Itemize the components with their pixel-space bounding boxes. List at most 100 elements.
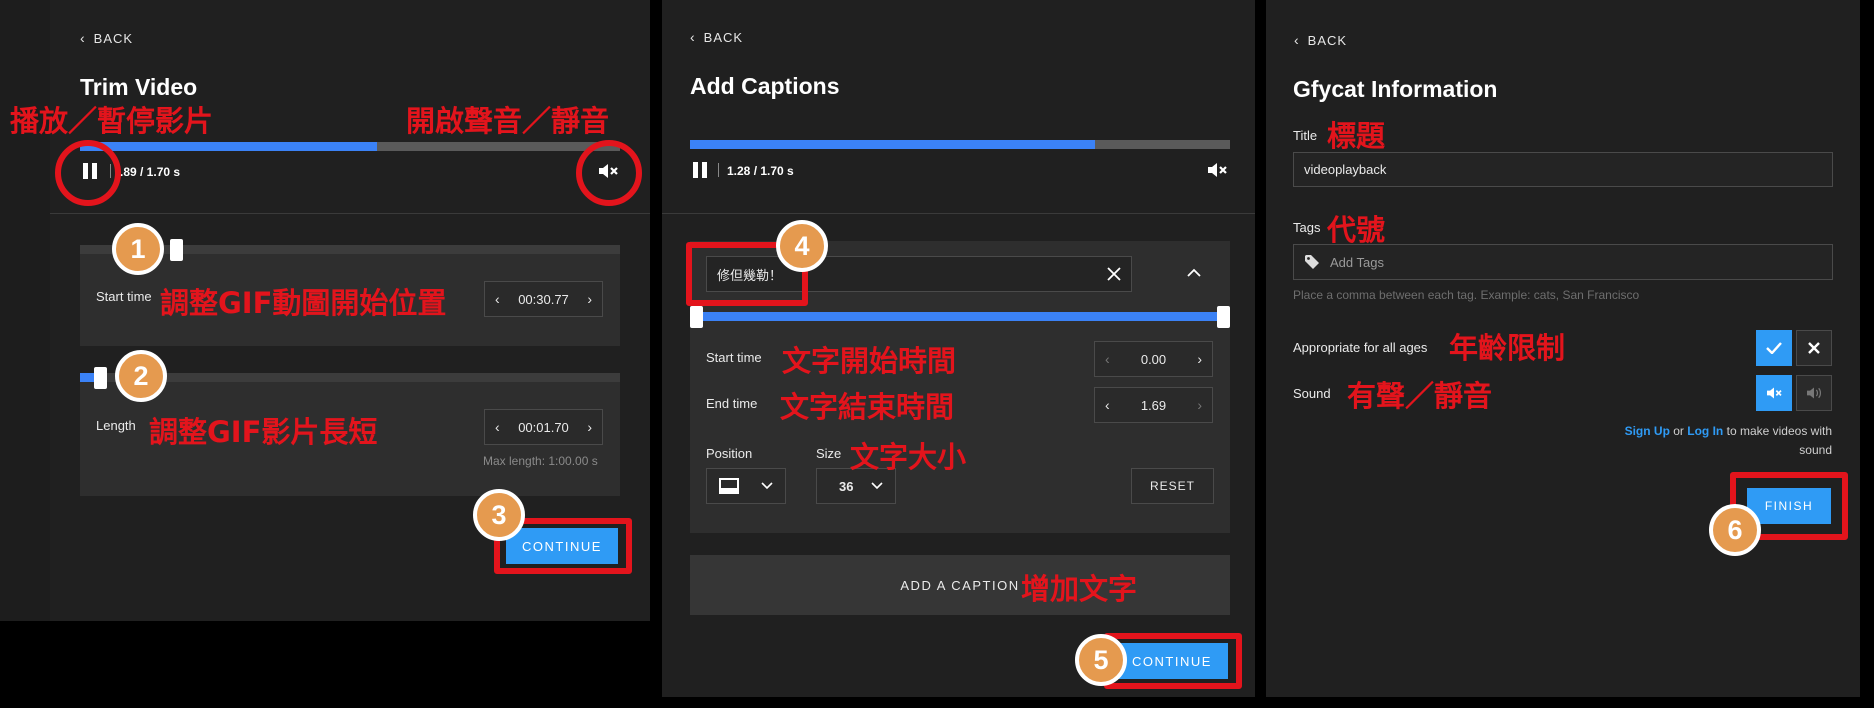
chevron-right-icon[interactable]: › [1197,397,1202,413]
length-label: Length [96,418,136,433]
position-label: Position [706,446,753,461]
login-link[interactable]: Log In [1687,424,1723,438]
annotation-adjust-length: 調整GIF影片長短 [149,415,378,449]
highlight-mute [576,140,642,206]
speaker-icon [1807,387,1822,399]
start-time-label: Start time [96,289,152,304]
page-title: Trim Video [80,74,198,100]
divider [662,213,1255,214]
signup-rest-2: sound [1799,443,1832,457]
caption-start-handle[interactable] [690,306,703,328]
chevron-up-icon[interactable] [1187,268,1201,278]
close-icon[interactable] [1107,267,1121,281]
chevron-left-icon: ‹ [1294,32,1300,48]
page-title: Add Captions [690,73,840,99]
step-badge-1: 1 [112,223,164,275]
video-progress-bar[interactable] [690,140,1230,149]
time-separator [718,163,719,177]
caption-timing-track[interactable] [696,312,1224,321]
chevron-right-icon[interactable]: › [587,419,592,435]
playback-time: .89 / 1.70 s [120,165,181,179]
tags-placeholder: Add Tags [1330,254,1384,270]
back-label: BACK [1307,32,1348,48]
annotation-adjust-start: 調整GIF動圖開始位置 [160,286,447,320]
start-time-value: 00:30.77 [518,291,569,307]
playback-time: 1.28 / 1.70 s [727,164,794,178]
caption-start-value: 0.00 [1140,351,1167,367]
tags-hint: Place a comma between each tag. Example:… [1293,288,1640,302]
position-select[interactable] [706,468,786,504]
pause-icon[interactable] [693,162,709,178]
chevron-left-icon[interactable]: ‹ [1105,351,1110,367]
close-icon [1808,342,1820,354]
chevron-down-icon [871,482,883,490]
annotation-play-pause: 播放／暫停影片 [10,104,214,138]
tags-label: Tags [1293,220,1321,235]
ages-yes-toggle[interactable] [1756,330,1792,366]
step-badge-6: 6 [1709,504,1761,556]
step-badge-4: 4 [776,220,828,272]
ages-label: Appropriate for all ages [1293,340,1428,355]
mute-icon [1767,387,1782,399]
signup-link[interactable]: Sign Up [1625,424,1670,438]
back-button[interactable]: ‹ BACK [690,29,743,45]
sound-label: Sound [1293,386,1331,401]
chevron-left-icon: ‹ [690,29,696,45]
ages-no-toggle[interactable] [1796,330,1832,366]
tag-icon [1305,255,1319,269]
screen-position-icon [719,478,739,494]
size-label: Size [816,446,842,461]
chevron-left-icon: ‹ [80,30,86,46]
signup-note: Sign Up or Log In to make videos with so… [1560,422,1832,460]
chevron-left-icon[interactable]: ‹ [495,291,500,307]
page-title: Gfycat Information [1293,76,1498,102]
video-progress-fill [690,140,1095,149]
annotation-sound-toggle: 開啟聲音／靜音 [406,104,610,138]
video-progress-fill [80,142,377,151]
chevron-left-icon[interactable]: ‹ [1105,397,1110,413]
back-label: BACK [703,29,744,45]
caption-end-label: End time [706,396,758,411]
sound-off-toggle[interactable] [1756,375,1792,411]
start-time-stepper[interactable]: ‹ 00:30.77 › [484,281,603,317]
caption-end-handle[interactable] [1217,306,1230,328]
back-button[interactable]: ‹ BACK [80,30,133,46]
sound-on-toggle[interactable] [1796,375,1832,411]
annotation-sound: 有聲／靜音 [1347,379,1493,413]
signup-rest: to make videos with [1726,424,1832,438]
step-badge-2: 2 [115,350,167,402]
annotation-tags: 代號 [1327,213,1386,247]
chevron-down-icon [761,482,773,490]
chevron-right-icon[interactable]: › [1197,351,1202,367]
mute-icon[interactable] [1206,161,1228,179]
length-trim-handle[interactable] [94,367,107,389]
caption-end-value: 1.69 [1140,397,1167,413]
tags-input[interactable]: Add Tags [1293,244,1833,280]
annotation-age-limit: 年齡限制 [1449,331,1566,365]
start-trim-handle[interactable] [170,239,183,261]
caption-start-label: Start time [706,350,762,365]
annotation-text-start: 文字開始時間 [782,344,957,378]
caption-end-stepper[interactable]: ‹ 1.69 › [1094,387,1213,423]
check-icon [1766,342,1782,354]
length-value: 00:01.70 [518,419,569,435]
annotation-title: 標題 [1327,119,1386,153]
annotation-text-size: 文字大小 [850,440,967,474]
reset-button[interactable]: RESET [1131,468,1214,504]
title-label: Title [1293,128,1318,143]
step-badge-5: 5 [1075,634,1127,686]
chevron-right-icon[interactable]: › [587,291,592,307]
or-text: or [1673,424,1684,438]
size-value: 36 [839,478,854,494]
length-stepper[interactable]: ‹ 00:01.70 › [484,409,603,445]
title-input[interactable]: videoplayback [1293,152,1833,187]
annotation-add-text: 增加文字 [1021,572,1138,606]
annotation-text-end: 文字結束時間 [780,390,955,424]
add-caption-button[interactable]: ADD A CAPTION [690,555,1230,615]
chevron-left-icon[interactable]: ‹ [495,419,500,435]
max-length-note: Max length: 1:00.00 s [483,454,598,468]
caption-start-stepper[interactable]: ‹ 0.00 › [1094,341,1213,377]
divider [50,213,650,214]
back-button[interactable]: ‹ BACK [1294,32,1347,48]
video-progress-bar[interactable] [80,142,620,151]
